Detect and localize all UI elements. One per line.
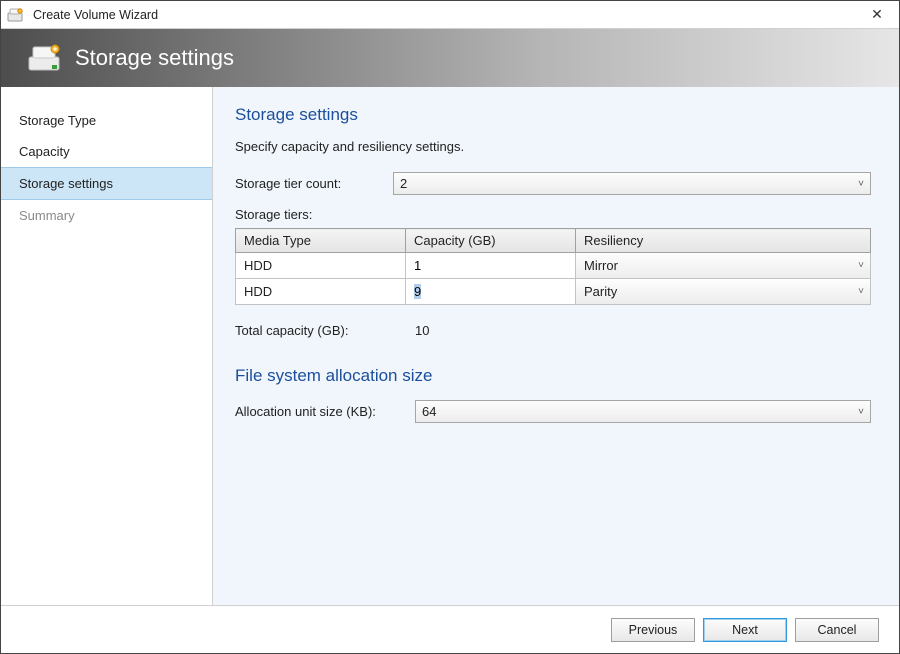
total-capacity-value: 10 [393,323,429,338]
chevron-down-icon: ˅ [858,406,864,417]
sidebar-item-storage-type[interactable]: Storage Type [1,105,212,136]
sidebar-item-capacity[interactable]: Capacity [1,136,212,167]
previous-button[interactable]: Previous [611,618,695,642]
col-header-capacity[interactable]: Capacity (GB) [406,229,576,253]
window-title: Create Volume Wizard [33,8,158,22]
col-header-media[interactable]: Media Type [236,229,406,253]
next-button[interactable]: Next [703,618,787,642]
wizard-window: Create Volume Wizard ✕ Storage settings … [0,0,900,654]
table-row: HDD Mirror ˅ [236,253,871,279]
close-icon: ✕ [871,6,883,23]
banner-title: Storage settings [75,45,234,71]
wizard-body: Storage Type Capacity Storage settings S… [1,87,899,605]
tier-count-select[interactable]: 2 ˅ [393,172,871,195]
close-button[interactable]: ✕ [855,1,899,29]
button-label: Next [732,623,758,637]
section-title-storage: Storage settings [235,105,871,125]
tiers-table: Media Type Capacity (GB) Resiliency HDD … [235,228,871,305]
section-description: Specify capacity and resiliency settings… [235,139,871,154]
app-icon [7,7,29,23]
tier-resiliency-value: Mirror [584,258,618,273]
table-row: HDD Parity ˅ [236,279,871,305]
sidebar: Storage Type Capacity Storage settings S… [1,87,213,605]
sidebar-item-label: Summary [19,208,75,223]
button-label: Previous [629,623,678,637]
col-header-resiliency[interactable]: Resiliency [576,229,871,253]
chevron-down-icon: ˅ [858,286,864,297]
tiers-label: Storage tiers: [235,207,871,222]
footer: Previous Next Cancel [1,605,899,653]
tier-media: HDD [236,281,405,302]
alloc-row: Allocation unit size (KB): 64 ˅ [235,400,871,423]
tier-resiliency-value: Parity [584,284,617,299]
cancel-button[interactable]: Cancel [795,618,879,642]
section-title-alloc: File system allocation size [235,366,871,386]
tier-count-row: Storage tier count: 2 ˅ [235,172,871,195]
chevron-down-icon: ˅ [858,178,864,189]
chevron-down-icon: ˅ [858,260,864,271]
tier-capacity-input[interactable] [406,254,575,278]
sidebar-item-summary: Summary [1,200,212,231]
tier-media: HDD [236,255,405,276]
tier-count-label: Storage tier count: [235,176,393,191]
banner-icon [27,43,67,73]
total-capacity-label: Total capacity (GB): [235,323,393,338]
alloc-label: Allocation unit size (KB): [235,404,415,419]
tier-capacity-input[interactable] [406,280,575,304]
title-bar: Create Volume Wizard ✕ [1,1,899,29]
sidebar-item-label: Storage Type [19,113,96,128]
banner: Storage settings [1,29,899,87]
button-label: Cancel [818,623,857,637]
tier-resiliency-select[interactable]: Parity ˅ [576,280,870,304]
tier-count-value: 2 [400,176,407,191]
alloc-unit-value: 64 [422,404,436,419]
total-capacity-row: Total capacity (GB): 10 [235,323,871,338]
sidebar-item-label: Capacity [19,144,70,159]
alloc-unit-select[interactable]: 64 ˅ [415,400,871,423]
sidebar-item-storage-settings[interactable]: Storage settings [1,167,212,200]
sidebar-item-label: Storage settings [19,176,113,191]
main-panel: Storage settings Specify capacity and re… [213,87,899,605]
tier-resiliency-select[interactable]: Mirror ˅ [576,254,870,278]
